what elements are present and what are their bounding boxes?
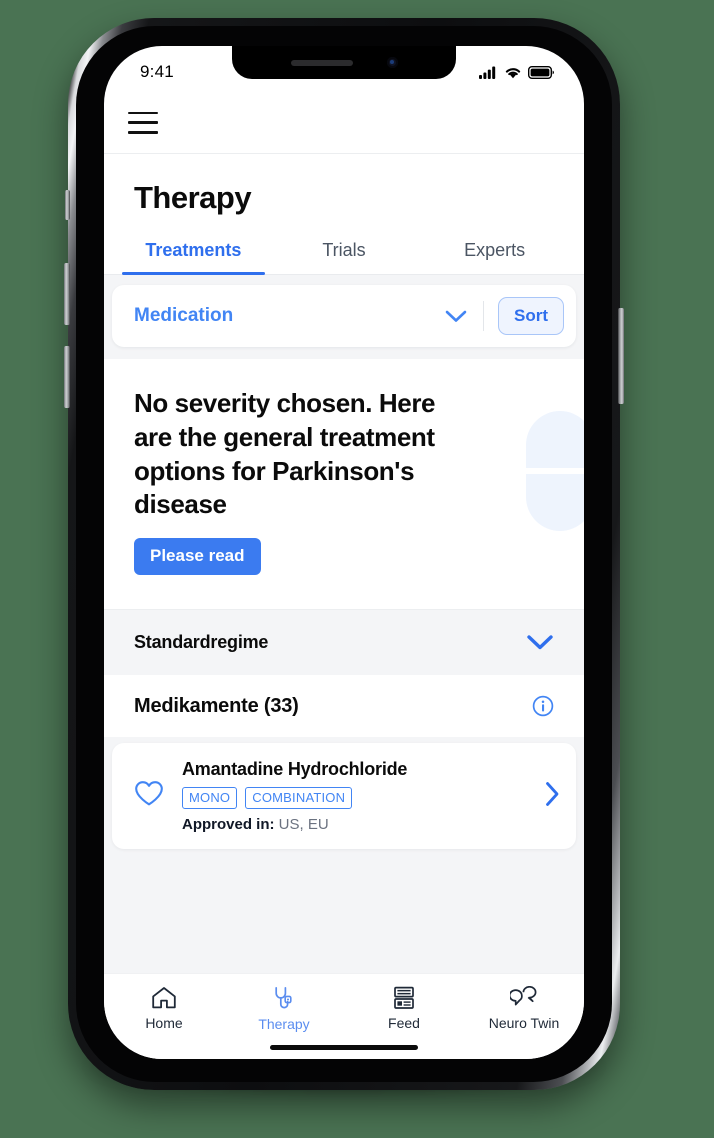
standardregime-title: Standardregime — [134, 632, 269, 653]
volume-up-button[interactable] — [64, 263, 70, 325]
filter-divider — [483, 301, 484, 331]
filter-bar-container: Medication Sort — [104, 275, 584, 359]
tab-experts[interactable]: Experts — [419, 226, 570, 274]
hamburger-menu-icon[interactable] — [128, 111, 158, 134]
status-bar-time: 9:41 — [140, 62, 174, 81]
tab-treatments[interactable]: Treatments — [118, 226, 269, 275]
phone-device-frame: 9:41 Therapy Treatments Trials Experts M… — [64, 18, 624, 1096]
mute-switch-button[interactable] — [65, 190, 70, 220]
nav-label-neuro-twin: Neuro Twin — [488, 1015, 560, 1031]
approved-label: Approved in: — [182, 816, 275, 834]
capsule-top-half — [526, 411, 584, 468]
nav-item-neuro-twin[interactable]: Neuro Twin — [464, 986, 584, 1031]
favorite-toggle[interactable] — [130, 776, 168, 816]
medication-filter-dropdown[interactable]: Medication — [134, 305, 483, 327]
heart-outline-icon — [135, 781, 163, 806]
medication-name: Amantadine Hydrochloride — [182, 759, 408, 780]
chevron-right-icon — [546, 781, 559, 806]
hamburger-line — [128, 130, 158, 134]
sort-button[interactable]: Sort — [498, 297, 564, 335]
please-read-button[interactable]: Please read — [134, 538, 261, 576]
open-medication-detail[interactable] — [541, 781, 560, 812]
earpiece-speaker-icon — [290, 59, 353, 66]
home-icon — [152, 987, 176, 1009]
chat-bubbles-icon — [510, 986, 537, 1006]
list-item[interactable]: Amantadine Hydrochloride MONO COMBINATIO… — [112, 743, 576, 850]
nav-label-feed: Feed — [388, 1015, 420, 1031]
approved-value: US, EU — [278, 816, 329, 834]
medication-approved-row: Approved in: US, EU — [182, 816, 527, 833]
chevron-down-icon — [445, 310, 467, 322]
chevron-down-icon[interactable] — [526, 634, 554, 651]
medikamente-title: Medikamente (33) — [134, 694, 299, 717]
medication-badges: MONO COMBINATION — [182, 787, 527, 810]
power-button[interactable] — [618, 308, 624, 404]
tab-trials[interactable]: Trials — [269, 226, 420, 274]
phone-screen: 9:41 Therapy Treatments Trials Experts M… — [104, 46, 584, 1059]
volume-down-button[interactable] — [64, 346, 70, 408]
medication-details: Amantadine Hydrochloride MONO COMBINATIO… — [182, 759, 527, 833]
app-top-bar — [104, 92, 584, 154]
device-notch — [232, 46, 456, 79]
page-title: Therapy — [134, 180, 252, 215]
nav-label-home: Home — [145, 1015, 183, 1031]
cellular-signal-icon — [479, 66, 496, 79]
nav-item-feed[interactable]: Feed — [344, 986, 464, 1031]
status-bar-icons — [479, 65, 554, 79]
bottom-navigation-bar: Home Therapy Feed Neuro Twin — [104, 973, 584, 1059]
capsule-bottom-half — [526, 474, 584, 531]
feed-articles-icon — [394, 986, 414, 1009]
battery-icon — [528, 65, 554, 79]
home-indicator[interactable] — [270, 1045, 418, 1050]
stethoscope-icon — [275, 986, 292, 1009]
hero-banner: No severity chosen. Here are the general… — [104, 359, 584, 610]
tab-bar: Treatments Trials Experts — [104, 226, 584, 275]
hamburger-line — [128, 121, 158, 124]
nav-label-therapy: Therapy — [258, 1016, 310, 1032]
nav-item-therapy[interactable]: Therapy — [224, 986, 344, 1032]
medication-filter-label: Medication — [134, 305, 234, 326]
capsule-pill-icon — [526, 411, 584, 531]
nav-item-home[interactable]: Home — [104, 986, 224, 1031]
front-camera-icon — [386, 57, 398, 68]
standardregime-section-header[interactable]: Standardregime — [104, 609, 584, 676]
medikamente-subsection-header: Medikamente (33) — [104, 675, 584, 738]
status-badge: MONO — [182, 787, 238, 810]
info-circle-icon[interactable] — [532, 695, 554, 717]
status-badge: COMBINATION — [245, 787, 353, 810]
wifi-icon — [505, 67, 521, 78]
hamburger-line — [128, 111, 158, 115]
medication-list: Amantadine Hydrochloride MONO COMBINATIO… — [104, 737, 584, 973]
filter-bar: Medication Sort — [112, 285, 576, 347]
hero-title: No severity chosen. Here are the general… — [134, 388, 436, 520]
